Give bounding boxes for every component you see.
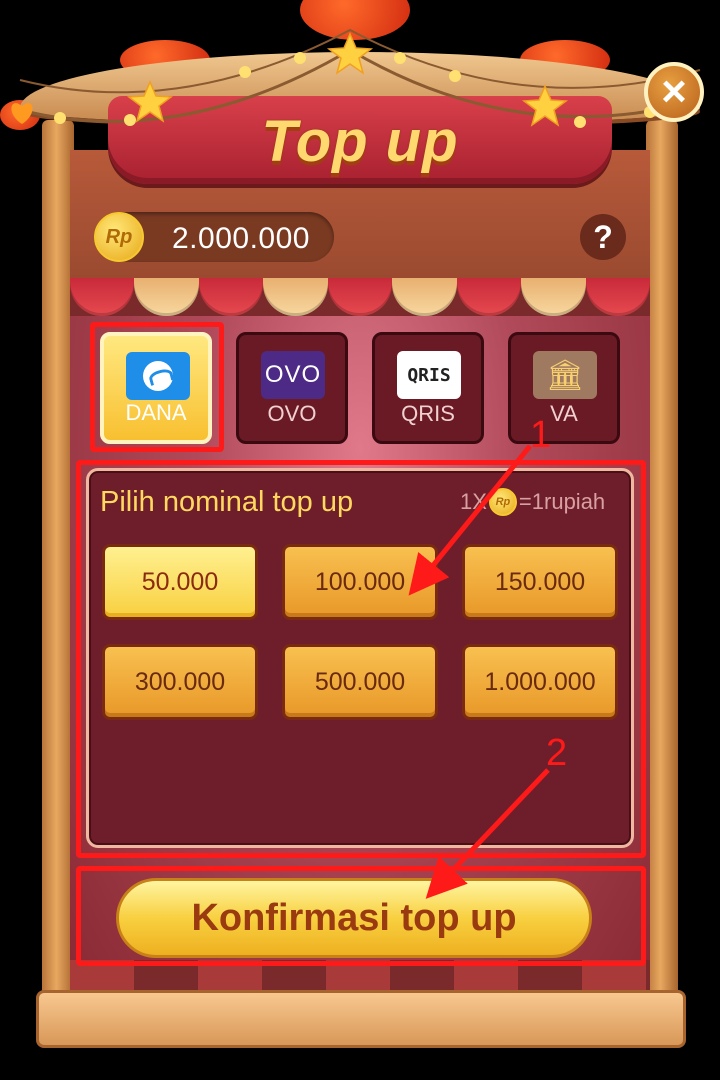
payment-method-ovo[interactable]: OVO OVO <box>236 332 348 444</box>
annotation-highlight-confirm <box>76 866 646 966</box>
qris-icon: QRIS <box>397 351 461 399</box>
balance-display: Rp 2.000.000 <box>94 212 334 262</box>
balance-amount: 2.000.000 <box>172 222 310 255</box>
awning <box>70 278 650 316</box>
annotation-highlight-dana <box>90 322 224 452</box>
payment-method-qris[interactable]: QRIS QRIS <box>372 332 484 444</box>
annotation-step-number: 1 <box>530 414 552 456</box>
payment-method-va[interactable]: 🏛 VA <box>508 332 620 444</box>
payment-method-label: OVO <box>267 401 317 426</box>
topup-dialog: Top up × Rp 2.000.000 ? DANA OVO OVO QRI… <box>0 0 720 1080</box>
annotation-highlight-nominal <box>76 460 646 858</box>
bank-icon: 🏛 <box>533 351 597 399</box>
close-icon: × <box>661 67 687 116</box>
payment-method-label: VA <box>550 401 578 426</box>
frame-base <box>36 990 686 1048</box>
rupiah-coin-icon: Rp <box>94 212 144 262</box>
question-icon: ? <box>593 218 613 255</box>
dialog-title: Top up <box>261 109 459 174</box>
close-button[interactable]: × <box>644 62 704 122</box>
ovo-icon: OVO <box>261 351 325 399</box>
payment-method-label: QRIS <box>401 401 455 426</box>
annotation-step-number: 2 <box>546 732 568 774</box>
help-button[interactable]: ? <box>580 214 626 260</box>
frame-post-right <box>646 120 678 1000</box>
decor-lantern <box>300 0 410 40</box>
